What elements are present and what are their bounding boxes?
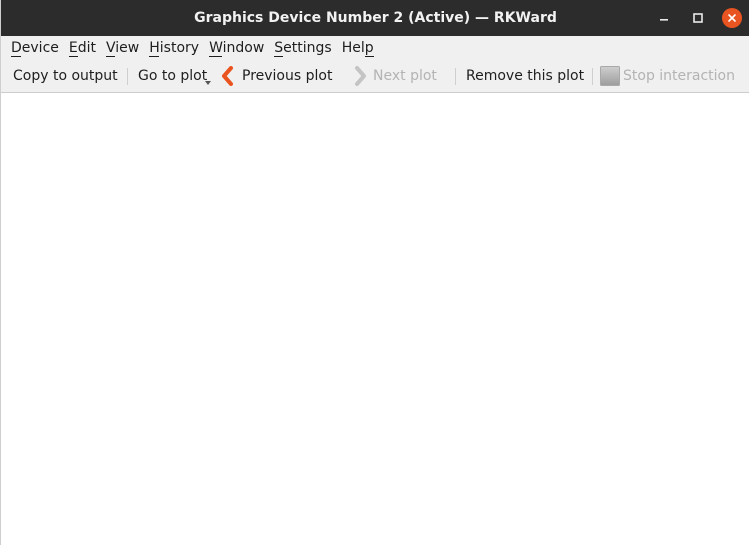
mnemonic-underline <box>149 56 160 57</box>
stop-icon <box>600 66 620 86</box>
menu-window-label: Window <box>209 40 265 56</box>
toolbar-separator <box>455 68 456 85</box>
stop-interaction-label: Stop interaction <box>623 68 735 84</box>
menu-device-label: Device <box>11 40 59 56</box>
mnemonic-underline <box>11 56 21 57</box>
toolbar-separator <box>592 68 593 85</box>
menu-help[interactable]: Help <box>337 36 379 60</box>
plot-canvas[interactable] <box>2 93 749 545</box>
close-button[interactable] <box>720 6 744 30</box>
window-title: Graphics Device Number 2 (Active) — RKWa… <box>194 10 557 26</box>
dropdown-arrow-icon <box>205 81 211 85</box>
close-circle <box>722 8 742 28</box>
menu-edit[interactable]: Edit <box>64 36 101 60</box>
menu-device[interactable]: Device <box>1 36 64 60</box>
menu-help-label: Help <box>341 40 374 56</box>
menu-view-label: View <box>106 40 140 56</box>
maximize-button[interactable] <box>686 6 710 30</box>
menu-settings[interactable]: Settings <box>269 36 336 60</box>
previous-plot-label: Previous plot <box>242 68 333 84</box>
menu-history-label: History <box>149 40 200 56</box>
close-icon <box>728 14 736 22</box>
toolbar-separator <box>127 68 128 85</box>
go-to-plot-button[interactable]: Go to plot <box>138 60 207 92</box>
menu-settings-label: Settings <box>274 40 332 56</box>
menu-view[interactable]: View <box>101 36 144 60</box>
chevron-right-icon <box>355 66 366 86</box>
mnemonic-underline <box>274 56 284 57</box>
mnemonic-underline <box>364 56 374 57</box>
toolbar: Copy to output Go to plot Previous plot … <box>1 60 749 93</box>
next-plot-label: Next plot <box>373 68 437 84</box>
chevron-left-icon <box>222 66 233 86</box>
remove-this-plot-button[interactable]: Remove this plot <box>466 60 584 92</box>
mnemonic-underline <box>209 56 223 57</box>
rkward-graphics-window: Graphics Device Number 2 (Active) — RKWa… <box>0 0 749 545</box>
menu-edit-label: Edit <box>68 40 97 56</box>
menu-history[interactable]: History <box>144 36 204 60</box>
minimize-button[interactable] <box>652 6 676 30</box>
mnemonic-underline <box>68 56 78 57</box>
mnemonic-underline <box>106 56 116 57</box>
menu-bar: Device Edit View History Window Settings… <box>1 36 749 60</box>
minimize-icon <box>660 19 668 21</box>
maximize-icon <box>693 13 703 23</box>
menu-window[interactable]: Window <box>204 36 269 60</box>
title-bar[interactable]: Graphics Device Number 2 (Active) — RKWa… <box>1 0 749 36</box>
copy-to-output-button[interactable]: Copy to output <box>13 60 118 92</box>
